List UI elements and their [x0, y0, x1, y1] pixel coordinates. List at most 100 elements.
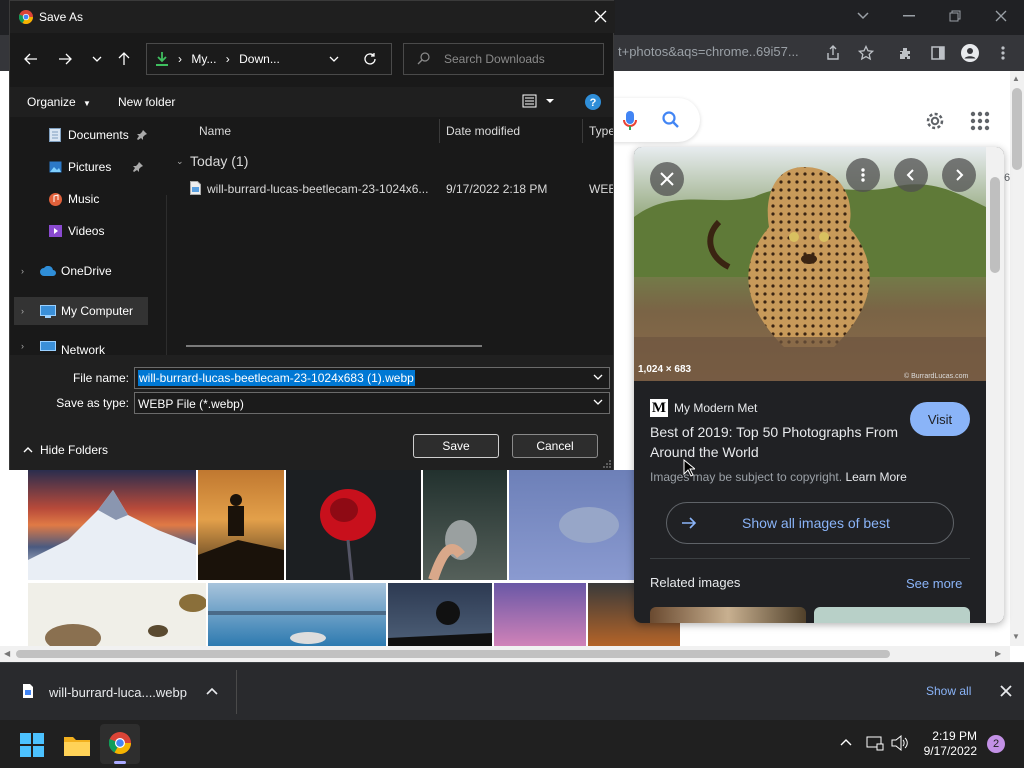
- close-dialog-icon[interactable]: [594, 10, 607, 23]
- image-thumbnail-sunset[interactable]: [494, 583, 586, 646]
- column-separator[interactable]: [439, 119, 440, 143]
- settings-gear-icon[interactable]: [923, 109, 947, 133]
- file-list-horizontal-scrollbar[interactable]: [186, 345, 482, 347]
- panel-scrollbar[interactable]: [986, 147, 1004, 623]
- next-image-icon[interactable]: [942, 158, 976, 192]
- nav-item-label: Pictures: [68, 160, 112, 174]
- close-downloads-icon[interactable]: [1000, 685, 1012, 697]
- nav-item-onedrive[interactable]: › OneDrive: [10, 257, 160, 285]
- see-more-link[interactable]: See more: [906, 576, 962, 591]
- search-icon[interactable]: [661, 110, 681, 130]
- group-header-today[interactable]: Today (1): [190, 153, 248, 169]
- image-thumbnail-leopard[interactable]: [509, 470, 634, 580]
- image-thumbnail-mountain[interactable]: [28, 470, 196, 580]
- panel-scroll-thumb[interactable]: [990, 177, 1000, 273]
- dialog-title-bar[interactable]: [10, 1, 615, 33]
- expand-chevron-icon[interactable]: ›: [21, 341, 40, 351]
- nav-item-label: OneDrive: [61, 264, 112, 278]
- file-name-input[interactable]: will-burrard-lucas-beetlecam-23-1024x683…: [134, 367, 610, 389]
- up-arrow-icon[interactable]: [113, 45, 135, 73]
- address-history-chevron-icon[interactable]: [329, 56, 339, 62]
- svg-text:?: ?: [590, 97, 597, 109]
- scroll-up-arrow-icon[interactable]: ▲: [1012, 74, 1020, 83]
- share-icon[interactable]: [820, 41, 846, 65]
- image-thumbnail-road[interactable]: [423, 470, 507, 580]
- view-options-icon[interactable]: [522, 94, 556, 108]
- google-apps-icon[interactable]: [970, 111, 990, 131]
- related-image-thumbnail[interactable]: [650, 607, 806, 623]
- scroll-down-arrow-icon[interactable]: ▼: [1012, 632, 1020, 641]
- expand-chevron-icon[interactable]: ›: [21, 266, 40, 276]
- voice-search-icon[interactable]: [622, 110, 638, 132]
- bookmark-star-icon[interactable]: [853, 41, 879, 65]
- image-thumbnail-rose[interactable]: [286, 470, 421, 580]
- related-image-thumbnail[interactable]: [814, 607, 970, 623]
- restore-icon[interactable]: [932, 0, 978, 32]
- previous-image-icon[interactable]: [894, 158, 928, 192]
- extensions-icon[interactable]: [893, 41, 919, 65]
- breadcrumb[interactable]: › My... › Down...: [178, 52, 280, 66]
- resize-grip-icon[interactable]: [603, 460, 611, 468]
- address-bar-url[interactable]: t+photos&aqs=chrome..69i57...: [618, 44, 814, 62]
- minimize-icon[interactable]: [886, 0, 932, 32]
- nav-item-my-computer[interactable]: › My Computer: [14, 297, 148, 325]
- save-button[interactable]: Save: [413, 434, 499, 458]
- preview-image-leopard[interactable]: [634, 147, 986, 381]
- scroll-right-arrow-icon[interactable]: ▶: [995, 649, 1001, 658]
- help-icon[interactable]: ?: [585, 94, 601, 110]
- show-all-downloads-link[interactable]: Show all: [926, 684, 971, 698]
- image-thumbnail-tree[interactable]: [388, 583, 492, 646]
- image-thumbnail-silhouette[interactable]: [198, 470, 284, 580]
- group-collapse-chevron-icon[interactable]: ⌄: [176, 156, 184, 167]
- cancel-button[interactable]: Cancel: [512, 434, 598, 458]
- breadcrumb-item[interactable]: Down...: [239, 52, 280, 66]
- close-preview-icon[interactable]: [650, 162, 684, 196]
- file-name-dropdown-chevron-icon[interactable]: [593, 374, 603, 380]
- image-title-link[interactable]: Best of 2019: Top 50 Photographs From Ar…: [650, 422, 900, 462]
- download-item-name[interactable]: will-burrard-luca....webp: [49, 685, 187, 700]
- column-separator[interactable]: [582, 119, 583, 143]
- page-horizontal-scroll-thumb[interactable]: [16, 650, 890, 658]
- column-header-date[interactable]: Date modified: [446, 124, 520, 138]
- nav-item-videos[interactable]: Videos: [10, 217, 160, 245]
- nav-item-music[interactable]: Music: [10, 185, 160, 213]
- hide-folders-toggle[interactable]: Hide Folders: [23, 443, 108, 457]
- nav-item-documents[interactable]: Documents: [10, 121, 160, 149]
- notification-badge[interactable]: 2: [987, 735, 1005, 753]
- nav-item-network[interactable]: › Network: [10, 337, 160, 355]
- column-header-type[interactable]: Type: [589, 124, 613, 138]
- scroll-left-arrow-icon[interactable]: ◀: [4, 649, 10, 658]
- profile-avatar-icon[interactable]: [957, 41, 983, 65]
- close-window-icon[interactable]: [978, 0, 1024, 32]
- page-vertical-scroll-thumb[interactable]: [1012, 88, 1022, 170]
- image-thumbnail-wolf[interactable]: [208, 583, 386, 646]
- file-explorer-icon[interactable]: [64, 734, 90, 756]
- forward-arrow-icon[interactable]: [54, 45, 76, 73]
- image-thumbnail-birds[interactable]: [28, 583, 206, 646]
- tab-search-icon[interactable]: [840, 0, 886, 32]
- expand-chevron-icon[interactable]: ›: [21, 306, 40, 316]
- save-as-type-select[interactable]: WEBP File (*.webp): [134, 392, 610, 414]
- image-source[interactable]: M My Modern Met: [650, 399, 757, 417]
- system-clock[interactable]: 2:19 PM 9/17/2022: [921, 729, 977, 759]
- refresh-icon[interactable]: [363, 52, 377, 66]
- breadcrumb-item[interactable]: My...: [191, 52, 216, 66]
- windows-start-icon[interactable]: [20, 733, 44, 757]
- organize-menu-button[interactable]: Organize ▼: [27, 95, 91, 109]
- show-hidden-icons-icon[interactable]: [840, 738, 852, 746]
- more-options-icon[interactable]: [846, 158, 880, 192]
- chrome-menu-icon[interactable]: [990, 41, 1016, 65]
- download-options-chevron-icon[interactable]: [206, 687, 218, 695]
- visit-button[interactable]: Visit: [910, 402, 970, 436]
- network-icon[interactable]: [866, 735, 884, 751]
- recent-locations-chevron-icon[interactable]: [86, 45, 108, 73]
- file-row[interactable]: will-burrard-lucas-beetlecam-23-1024x6..…: [188, 179, 613, 201]
- learn-more-link[interactable]: Learn More: [845, 470, 906, 484]
- show-all-images-button[interactable]: Show all images of best: [666, 502, 954, 544]
- nav-item-pictures[interactable]: Pictures: [10, 153, 160, 181]
- new-folder-button[interactable]: New folder: [118, 95, 175, 109]
- column-header-name[interactable]: Name: [199, 124, 231, 138]
- side-panel-icon[interactable]: [925, 41, 951, 65]
- back-arrow-icon[interactable]: [20, 45, 42, 73]
- volume-icon[interactable]: [891, 735, 909, 751]
